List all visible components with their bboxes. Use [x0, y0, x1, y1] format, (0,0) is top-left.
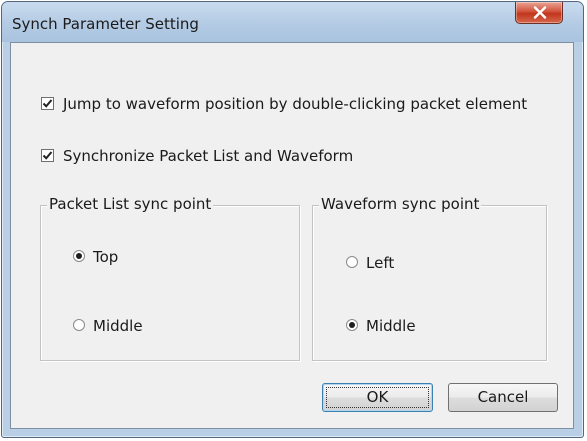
- dialog-body: Jump to waveform position by double-clic…: [10, 42, 574, 429]
- ok-label: OK: [366, 388, 389, 406]
- packet-list-sync-group: Packet List sync point Top Middle: [40, 195, 300, 361]
- dialog-window: Synch Parameter Setting Jump to waveform…: [1, 1, 584, 438]
- checkmark-icon: [42, 151, 53, 160]
- packet-middle-label: Middle: [93, 317, 143, 335]
- packet-top-radio[interactable]: [73, 250, 85, 262]
- cancel-button[interactable]: Cancel: [448, 383, 558, 412]
- checkmark-icon: [42, 99, 53, 108]
- packet-middle-radio[interactable]: [73, 319, 85, 331]
- waveform-left-radio[interactable]: [346, 256, 358, 268]
- sync-label: Synchronize Packet List and Waveform: [63, 147, 354, 165]
- close-icon: [533, 6, 547, 19]
- jump-label: Jump to waveform position by double-clic…: [63, 95, 528, 113]
- cancel-label: Cancel: [477, 388, 529, 406]
- packet-top-label: Top: [93, 248, 119, 266]
- packet-list-sync-title: Packet List sync point: [47, 195, 214, 213]
- title-bar[interactable]: Synch Parameter Setting: [2, 2, 583, 42]
- waveform-sync-group: Waveform sync point Left Middle: [312, 195, 547, 361]
- sync-checkbox[interactable]: [41, 149, 54, 162]
- waveform-sync-title: Waveform sync point: [319, 195, 482, 213]
- window-title: Synch Parameter Setting: [12, 15, 199, 33]
- ok-button[interactable]: OK: [322, 383, 433, 412]
- jump-checkbox[interactable]: [41, 97, 54, 110]
- waveform-middle-radio[interactable]: [346, 319, 358, 331]
- waveform-left-label: Left: [366, 254, 395, 272]
- waveform-middle-label: Middle: [366, 317, 416, 335]
- close-button[interactable]: [515, 2, 563, 24]
